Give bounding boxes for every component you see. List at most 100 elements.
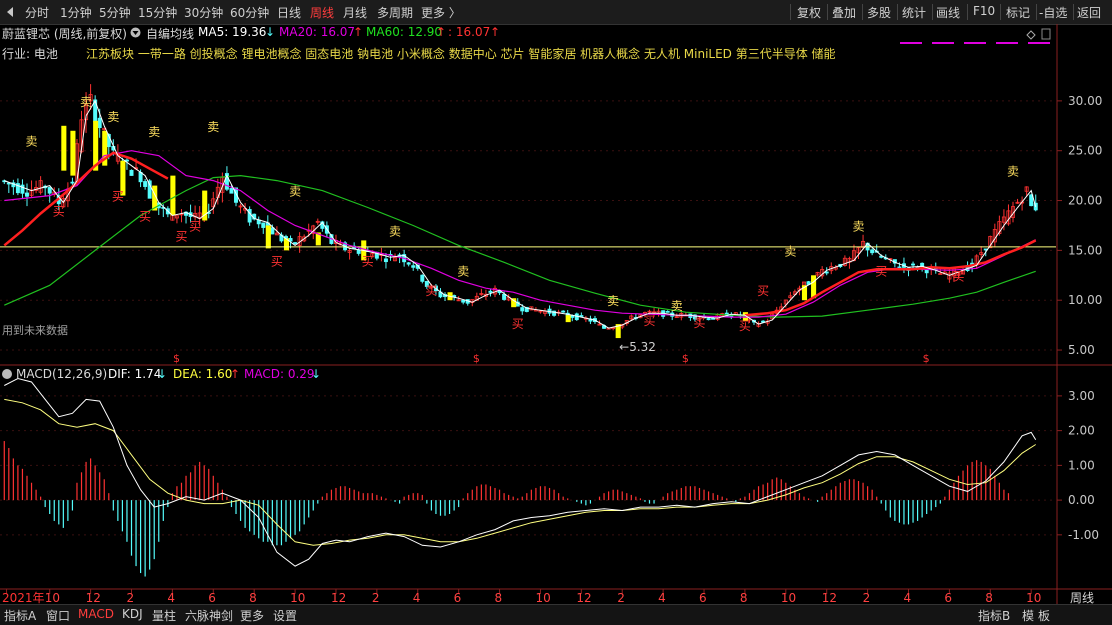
candle-body [897,266,902,269]
macd-label: MACD: 0.29 [244,367,315,381]
flag-candle [265,225,271,249]
bottom-tab-active[interactable]: MACD [78,607,114,621]
bottom-tab[interactable]: KDJ [122,607,143,621]
sell-mark-icon: 卖 [853,219,865,233]
sell-mark-icon: 卖 [207,120,219,134]
candle-body [488,290,493,293]
period-tab-active[interactable]: 周线 [310,4,334,21]
y-tick-label: 20.00 [1068,194,1102,208]
magenta-dash-marker [932,42,954,44]
magenta-dash-marker [964,42,986,44]
magenta-dash-marker [996,42,1018,44]
candle-body [383,258,388,263]
dollar-mark-icon: $ [682,352,689,365]
buy-mark-icon: 买 [271,254,283,268]
period-tab-more[interactable]: 更多 〉 [421,4,461,21]
period-tab[interactable]: 1分钟 [60,4,92,21]
buy-mark-icon: 买 [757,284,769,298]
candle-body [70,181,75,184]
tool-button[interactable]: 标记 [1006,4,1030,21]
buy-mark-icon: 买 [512,317,524,331]
x-tick-label: 10 [781,591,796,604]
x-tick-label: 12 [822,591,837,604]
tool-button[interactable]: -自选 [1039,4,1067,21]
tool-button[interactable]: 叠加 [832,4,856,21]
x-tick-label: 2 [127,591,135,604]
buy-mark-icon: 买 [693,316,705,330]
sell-mark-icon: 卖 [26,135,38,149]
buy-mark-icon: 买 [175,229,187,243]
magenta-dash-marker [1028,42,1050,44]
tool-button[interactable]: 画线 [936,4,960,21]
toolbar-separator [827,4,828,20]
x-tick-label: 4 [413,591,421,604]
buy-mark-icon: 买 [362,254,374,268]
sell-mark-icon: 卖 [289,185,301,199]
x-tick-label: 6 [208,591,216,604]
flag-candle [70,130,76,176]
period-tab[interactable]: 5分钟 [99,4,131,21]
bottom-tab[interactable]: 六脉神剑 [185,607,233,624]
buy-mark-icon: 买 [139,209,151,223]
top-toolbar: 分时 1分钟 5分钟 15分钟 30分钟 60分钟 日线 周线 月线 多周期 更… [0,0,1112,25]
candle-body [124,159,129,162]
x-tick-label: 8 [495,591,503,604]
sell-mark-icon: 卖 [389,224,401,238]
period-tab[interactable]: 60分钟 [230,4,269,21]
tool-button[interactable]: 统计 [902,4,926,21]
macd-menu-icon[interactable] [2,369,12,379]
kline-chart[interactable]: 30.0025.0020.0015.0010.005.003.002.001.0… [0,24,1112,604]
bottom-right-tab[interactable]: 模 [1022,607,1034,624]
candle-body [520,307,525,312]
candle-body [20,184,25,194]
y-tick-label: 5.00 [1068,343,1095,357]
x-tick-label: 4 [167,591,175,604]
buy-mark-icon: 买 [112,190,124,204]
period-tab[interactable]: 日线 [277,4,301,21]
x-tick-label: 6 [944,591,952,604]
candle-body [711,317,716,320]
dollar-mark-icon: $ [923,352,930,365]
x-tick-label: 10 [535,591,550,604]
period-tab[interactable]: 30分钟 [184,4,223,21]
candle-body [411,265,416,268]
period-tab[interactable]: 月线 [343,4,367,21]
tool-button[interactable]: 复权 [797,4,821,21]
period-tab[interactable]: 分时 [25,4,49,21]
candle-body [461,299,466,303]
low-price-annotation: ←5.32 [619,340,656,354]
bottom-tab[interactable]: 窗口 [46,607,70,624]
macd-y-tick-label: 3.00 [1068,389,1095,403]
diamond-icon [1026,30,1036,40]
candle-body [824,271,829,274]
period-tab[interactable]: 15分钟 [138,4,177,21]
toolbar-separator [967,4,968,20]
candle-body [138,171,143,183]
x-tick-label: 10 [45,591,60,604]
macd-y-tick-label: -1.00 [1068,528,1099,542]
buy-mark-icon: 买 [53,204,65,218]
tool-button[interactable]: 返回 [1077,4,1101,21]
x-tick-label: 4 [904,591,912,604]
tool-button[interactable]: 多股 [867,4,891,21]
dif-label: DIF: 1.74 [108,367,161,381]
buy-mark-icon: 买 [425,284,437,298]
period-tab[interactable]: 多周期 [377,4,413,21]
candle-body [706,318,711,321]
y-tick-label: 15.00 [1068,243,1102,257]
bottom-tab[interactable]: 设置 [273,607,297,624]
bottom-tab[interactable]: 指标A [4,607,36,624]
bottom-right-tab[interactable]: 指标B [978,607,1010,624]
x-tick-label: 12 [331,591,346,604]
flag-candle [811,275,817,299]
bottom-right-tab[interactable]: 板 [1038,607,1050,624]
buy-mark-icon: 买 [644,314,656,328]
dif-arrow-icon: ↓ [157,367,167,381]
tool-button[interactable]: F10 [973,4,995,18]
candle-body [911,263,916,266]
candle-body [25,192,29,197]
bottom-tab[interactable]: 更多 [240,607,264,624]
bottom-tab[interactable]: 量柱 [152,607,176,624]
back-triangle-icon[interactable] [5,6,15,18]
future-data-note: 用到未来数据 [2,323,68,337]
